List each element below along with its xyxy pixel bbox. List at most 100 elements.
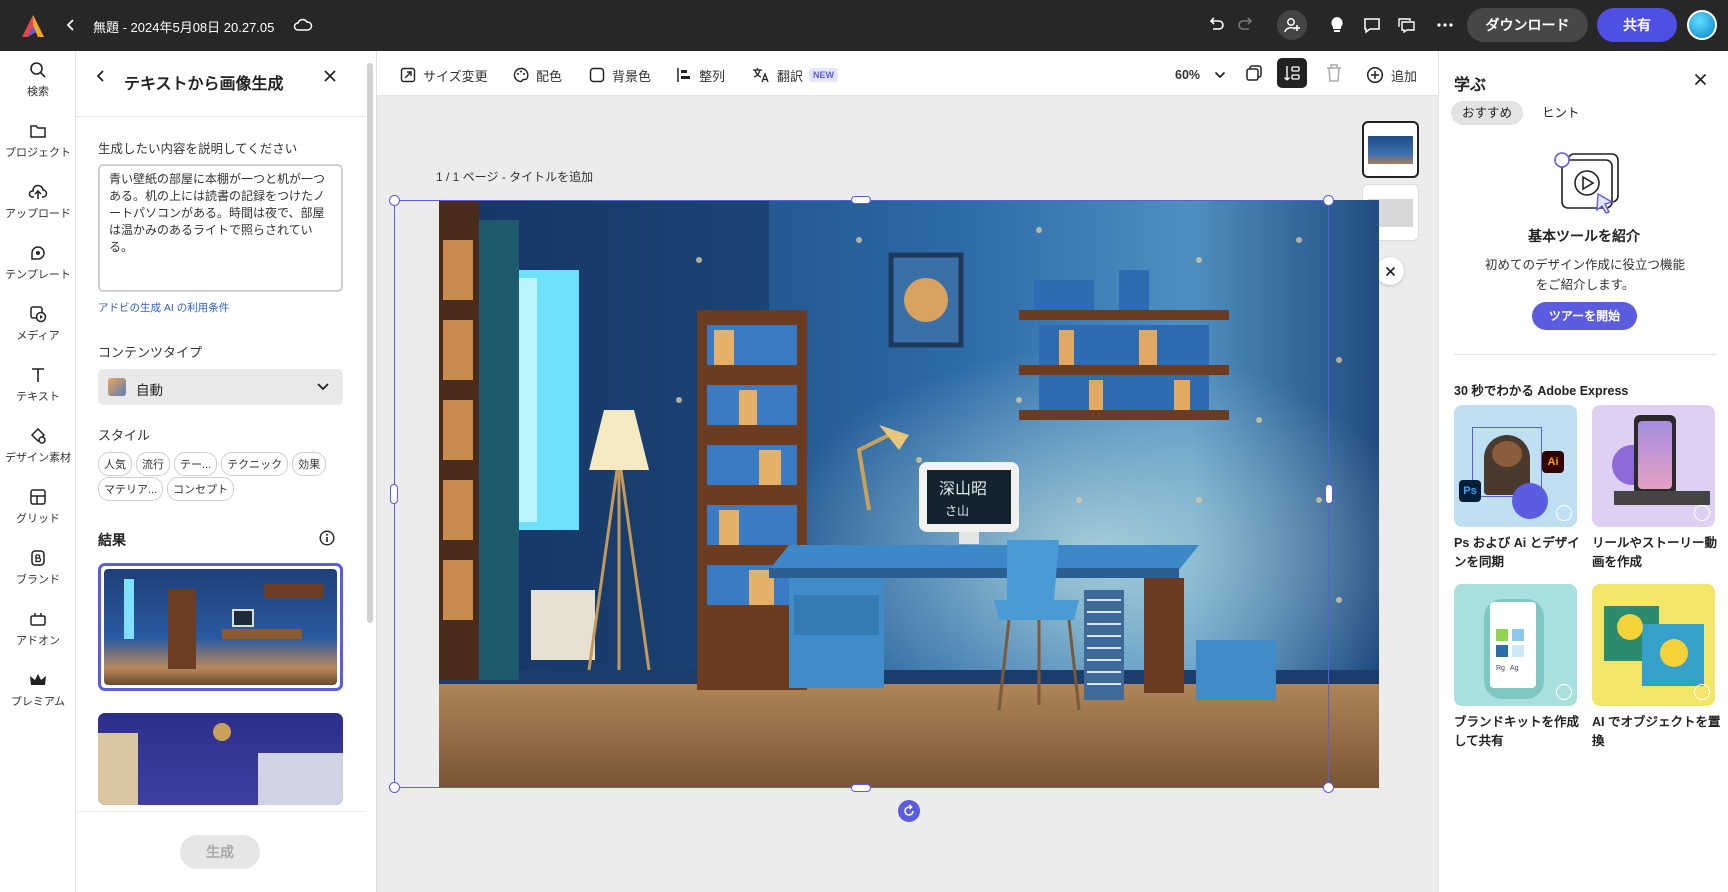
selection-frame[interactable] [394, 200, 1329, 788]
resize-handle[interactable] [851, 196, 871, 204]
rotate-handle-icon[interactable] [898, 800, 920, 822]
rail-item-addons[interactable]: アドオン [0, 610, 76, 668]
tutorial-card-label[interactable]: Ps および Ai とデザインを同期 [1454, 534, 1584, 572]
align-button[interactable]: 整列 [676, 63, 725, 87]
brand-icon [31, 550, 45, 566]
translate-button[interactable]: 翻訳 NEW [752, 63, 839, 87]
undo-icon[interactable] [1203, 12, 1229, 38]
rail-label: テキスト [16, 391, 60, 403]
rail-item-projects[interactable]: プロジェクト [0, 122, 76, 180]
page-label[interactable]: 1 / 1 ページ - タイトルを追加 [436, 168, 593, 185]
tutorial-card-thumbnail[interactable] [1592, 405, 1715, 527]
close-thumbnails-icon[interactable] [1376, 257, 1404, 285]
style-chip[interactable]: 流行 [136, 452, 170, 476]
page-thumbnail-active[interactable] [1362, 121, 1419, 178]
prompt-textarea[interactable]: 青い壁紙の部屋に本棚が一つと机が一つある。机の上には読書の記録をつけたノートパソ… [98, 164, 343, 292]
panel-divider [76, 116, 366, 117]
ps-badge: Ps [1459, 480, 1481, 502]
resize-handle[interactable] [389, 782, 400, 793]
rail-label: ブランド [16, 574, 60, 586]
background-color-button[interactable]: 背景色 [589, 63, 651, 87]
resize-handle[interactable] [390, 484, 398, 504]
text-icon [32, 368, 44, 382]
rail-item-upload[interactable]: アップロード [0, 183, 76, 241]
tutorial-card-thumbnail[interactable]: Ps Ai [1454, 405, 1577, 527]
panel-title: テキストから画像生成 [124, 76, 284, 93]
panel-back-icon[interactable] [96, 69, 106, 83]
delete-icon[interactable] [1325, 63, 1343, 83]
panel-scrollbar[interactable] [367, 63, 373, 623]
rail-item-design-elements[interactable]: デザイン素材 [0, 427, 76, 485]
style-chip[interactable]: テクニック [221, 452, 289, 476]
tutorial-card-thumbnail[interactable]: Rg Ag [1454, 584, 1577, 706]
top-bar: 無題 - 2024年5月08日 20.27.05 ダウンロード 共有 [0, 0, 1728, 51]
tutorial-card-label[interactable]: リールやストーリー動画を作成 [1592, 534, 1722, 572]
tab-recommended[interactable]: おすすめ [1451, 101, 1524, 125]
tutorial-card-label[interactable]: ブランドキットを作成して共有 [1454, 713, 1584, 751]
color-scheme-button[interactable]: 配色 [513, 63, 562, 87]
user-avatar[interactable] [1687, 10, 1717, 40]
brand-kit-tag: Ag [1510, 665, 1519, 672]
resize-handle[interactable] [1323, 195, 1334, 206]
style-chips-row: 人気 流行 テー... テクニック 効果 [98, 452, 330, 476]
result-thumbnail-selected[interactable] [98, 563, 343, 691]
duplicate-icon[interactable] [1244, 63, 1264, 83]
learn-divider [1454, 354, 1716, 355]
folder-icon [30, 125, 46, 138]
tutorial-card-thumbnail[interactable] [1592, 584, 1715, 706]
resize-handle[interactable] [389, 195, 400, 206]
back-chevron-icon[interactable] [58, 12, 84, 38]
generate-button[interactable]: 生成 [180, 835, 260, 869]
adobe-express-logo-icon[interactable] [20, 13, 46, 39]
resize-button[interactable]: サイズ変更 [400, 63, 488, 87]
download-button[interactable]: ダウンロード [1467, 8, 1588, 42]
tour-illustration-icon [1552, 146, 1622, 216]
start-tour-button[interactable]: ツアーを開始 [1532, 302, 1637, 330]
style-chip[interactable]: テー... [174, 452, 218, 476]
addons-icon [30, 613, 46, 626]
result-thumbnail[interactable] [98, 713, 343, 805]
rail-item-templates[interactable]: テンプレート [0, 244, 76, 302]
content-type-dropdown[interactable]: 自動 [98, 369, 343, 405]
media-icon [30, 306, 47, 323]
text-to-image-panel: テキストから画像生成 生成したい内容を説明してください 青い壁紙の部屋に本棚が一… [76, 51, 377, 892]
rail-item-brand[interactable]: ブランド [0, 549, 76, 607]
tutorial-card-label[interactable]: AI でオブジェクトを置換 [1592, 713, 1722, 751]
comment-icon[interactable] [1359, 12, 1385, 38]
style-chip[interactable]: コンセプト [167, 477, 235, 501]
style-chips-row: マテリア... コンセプト [98, 477, 238, 501]
redo-icon[interactable] [1233, 12, 1259, 38]
rail-item-premium[interactable]: プレミアム [0, 671, 76, 729]
layers-toggle-icon[interactable] [1277, 58, 1307, 88]
resize-handle[interactable] [1323, 782, 1334, 793]
style-chip[interactable]: マテリア... [98, 477, 164, 501]
terms-link[interactable]: アドビの生成 AI の利用条件 [98, 300, 229, 315]
resize-handle[interactable] [1325, 484, 1333, 504]
lightbulb-icon[interactable] [1324, 12, 1350, 38]
rail-label: 検索 [27, 86, 49, 98]
close-icon[interactable] [323, 69, 337, 83]
comments-panel-icon[interactable] [1394, 12, 1420, 38]
brand-kit-tag: Rg [1496, 665, 1505, 672]
zoom-dropdown[interactable]: 60% [1175, 63, 1226, 87]
background-color-icon [589, 67, 605, 83]
rail-item-search[interactable]: 検索 [0, 61, 76, 119]
resize-handle[interactable] [851, 784, 871, 792]
info-icon[interactable] [319, 530, 335, 546]
more-options-icon[interactable] [1432, 12, 1458, 38]
document-title[interactable]: 無題 - 2024年5月08日 20.27.05 [93, 17, 274, 36]
style-chip[interactable]: 人気 [98, 452, 132, 476]
share-button[interactable]: 共有 [1597, 8, 1677, 42]
tab-tips[interactable]: ヒント [1536, 101, 1586, 125]
close-icon[interactable] [1694, 73, 1707, 86]
add-page-button[interactable]: 追加 [1366, 63, 1417, 87]
rail-item-text[interactable]: テキスト [0, 366, 76, 424]
style-chip[interactable]: 効果 [292, 452, 327, 476]
rail-item-grid[interactable]: グリッド [0, 488, 76, 546]
intro-description: 初めてのデザイン作成に役立つ機能をご紹介します。 [1484, 258, 1685, 292]
rail-item-media[interactable]: メディア [0, 305, 76, 363]
cloud-sync-icon [290, 12, 316, 38]
results-label: 結果 [98, 532, 126, 548]
invite-collaborator-icon[interactable] [1277, 10, 1307, 40]
chevron-down-icon [1214, 71, 1226, 79]
